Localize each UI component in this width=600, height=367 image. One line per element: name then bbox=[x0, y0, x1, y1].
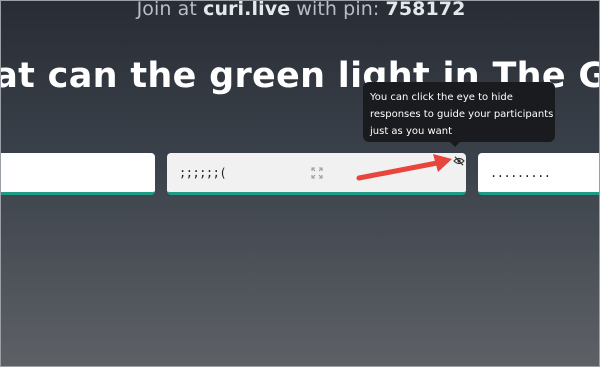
annotation-arrow-icon bbox=[356, 154, 452, 181]
tooltip-pointer bbox=[449, 141, 461, 147]
join-pin: 758172 bbox=[385, 0, 466, 20]
response-card[interactable] bbox=[1, 153, 155, 195]
join-prefix: Join at bbox=[136, 0, 204, 20]
tooltip-line: just as you want bbox=[370, 126, 453, 137]
response-card[interactable]: ......... bbox=[478, 153, 599, 195]
expand-icon[interactable] bbox=[311, 167, 323, 179]
join-site: curi.live bbox=[203, 0, 291, 20]
hide-response-tooltip: You can click the eye to hide responses … bbox=[363, 82, 555, 142]
response-text: ......... bbox=[490, 166, 551, 180]
presentation-stage: Join at curi.live with pin: 758172 hat c… bbox=[0, 0, 600, 367]
tooltip-line: You can click the eye to hide bbox=[370, 92, 513, 103]
join-middle: with pin: bbox=[290, 0, 386, 20]
tooltip-line: responses to guide your participants bbox=[370, 109, 554, 120]
response-text: ;;;;;;( bbox=[179, 166, 227, 180]
join-instructions: Join at curi.live with pin: 758172 bbox=[1, 0, 599, 20]
